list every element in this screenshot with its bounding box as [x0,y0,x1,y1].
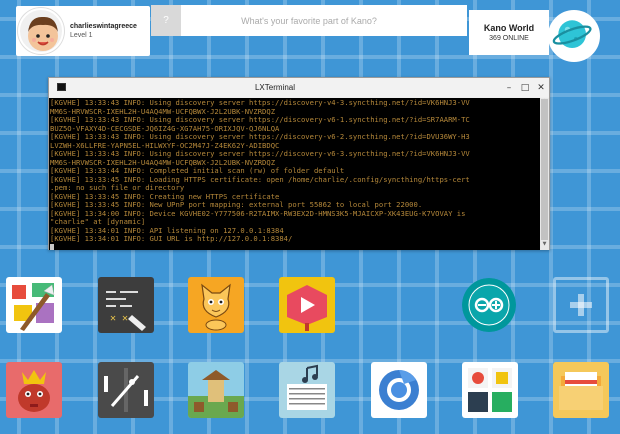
arduino-icon [462,278,516,332]
svg-text:✕ ✕: ✕ ✕ [110,313,128,324]
planet-icon[interactable] [548,10,600,62]
avatar[interactable] [18,8,64,54]
terminal-line: BUZ5O-VFAXY4D-CECGSDE-JQ6IZ4G-XG7AH75-OR… [50,124,280,133]
search-bar[interactable]: ? [151,5,467,36]
terminal-line: [KGVHE] 13:33:43 INFO: Using discovery s… [50,150,470,158]
terminal-line: [KGVHE] 13:33:45 INFO: New UPnP port map… [50,201,423,209]
maximize-icon[interactable]: □ [517,83,533,93]
close-icon[interactable]: ✕ [533,83,549,93]
terminal-output[interactable]: [KGVHE] 13:33:43 INFO: Using discovery s… [49,98,541,250]
scrollbar-thumb[interactable] [541,99,548,240]
terminal-line: [KGVHE] 13:33:44 INFO: Completed initial… [50,167,345,175]
youtube-app[interactable] [279,277,335,333]
arduino-app[interactable] [462,278,516,332]
chromium-app[interactable] [371,362,427,418]
folder-icon [553,362,609,418]
terminal-prompt[interactable] [50,243,540,250]
terminal-line: .pem: no such file or directory [50,184,185,192]
terminal-line: LVZWH-X6LLFRE-YAPN5EL-HILWXYF-OC2M47J-Z4… [50,141,280,150]
online-count: 369 ONLINE [489,35,529,42]
terminal-line: "charlie" at [dynamic] [50,218,146,226]
terminal-line: MM6S-HRVWSCR-IXEHL2H-U4AQ4MW-UCFQBWX-J2L… [50,107,276,116]
terminal-scrollbar[interactable]: ▲ ▼ [540,98,549,250]
make-snake-app[interactable] [6,362,62,418]
terminal-line: [KGVHE] 13:34:01 INFO: API listening on … [50,226,284,235]
apps-folder[interactable] [462,362,518,418]
search-input[interactable] [181,5,467,36]
terminal-line: [KGVHE] 13:33:43 INFO: Using discovery s… [50,133,470,141]
minecraft-icon [188,362,244,418]
kano-world-card[interactable]: Kano World 369 ONLINE [469,10,549,55]
kano-world-title: Kano World [483,23,535,33]
video-play-icon [279,277,335,333]
terminal-line: [KGVHE] 13:33:45 INFO: Creating new HTTP… [50,192,280,201]
make-pong-app[interactable] [98,362,154,418]
terminal-title: LXTerminal [254,83,295,92]
snake-icon [6,362,62,418]
pong-icon [98,362,154,418]
terminal-line: [KGVHE] 13:34:00 INFO: Device KGVHE02-Y7… [50,209,466,218]
scroll-down-icon[interactable]: ▼ [540,241,549,250]
apps-grid-icon [462,362,518,418]
username: charlieswintagreece [70,23,137,30]
paint-brush-icon [6,277,62,333]
music-note-icon [279,362,335,418]
terminal-line: [KGVHE] 13:34:01 INFO: GUI URL is http:/… [50,235,293,243]
terminal-line: [KGVHE] 13:33:45 INFO: Loading HTTPS cer… [50,175,470,184]
terminal-line: [KGVHE] 13:33:43 INFO: Using discovery s… [50,99,470,107]
terminal-quest-icon: ✕ ✕ [98,277,154,333]
question-button[interactable]: ? [151,5,181,36]
terminal-window[interactable]: LXTerminal – □ ✕ [KGVHE] 13:33:43 INFO: … [48,77,550,250]
chromium-icon [371,362,427,418]
terminal-quest-app[interactable]: ✕ ✕ [98,277,154,333]
terminal-line: [KGVHE] 13:33:43 INFO: Using discovery s… [50,116,470,124]
plus-icon [570,294,592,316]
terminal-titlebar[interactable]: LXTerminal – □ ✕ [49,78,549,97]
music-app[interactable] [279,362,335,418]
make-minecraft-app[interactable] [188,362,244,418]
scratch-cat-icon [188,277,244,333]
profile-card[interactable]: charlieswintagreece Level 1 [16,6,150,56]
terminal-cursor [50,243,54,250]
minimize-icon[interactable]: – [501,83,517,93]
user-level: Level 1 [70,32,93,39]
terminal-line: MM6S-HRVWSCR-IXEHL2H-U4AQ4MW-UCFQBWX-J2L… [50,158,276,167]
scratch-app[interactable] [188,277,244,333]
files-app[interactable] [553,362,609,418]
make-art-app[interactable] [6,277,62,333]
add-app[interactable] [553,277,609,333]
terminal-icon [57,83,66,91]
